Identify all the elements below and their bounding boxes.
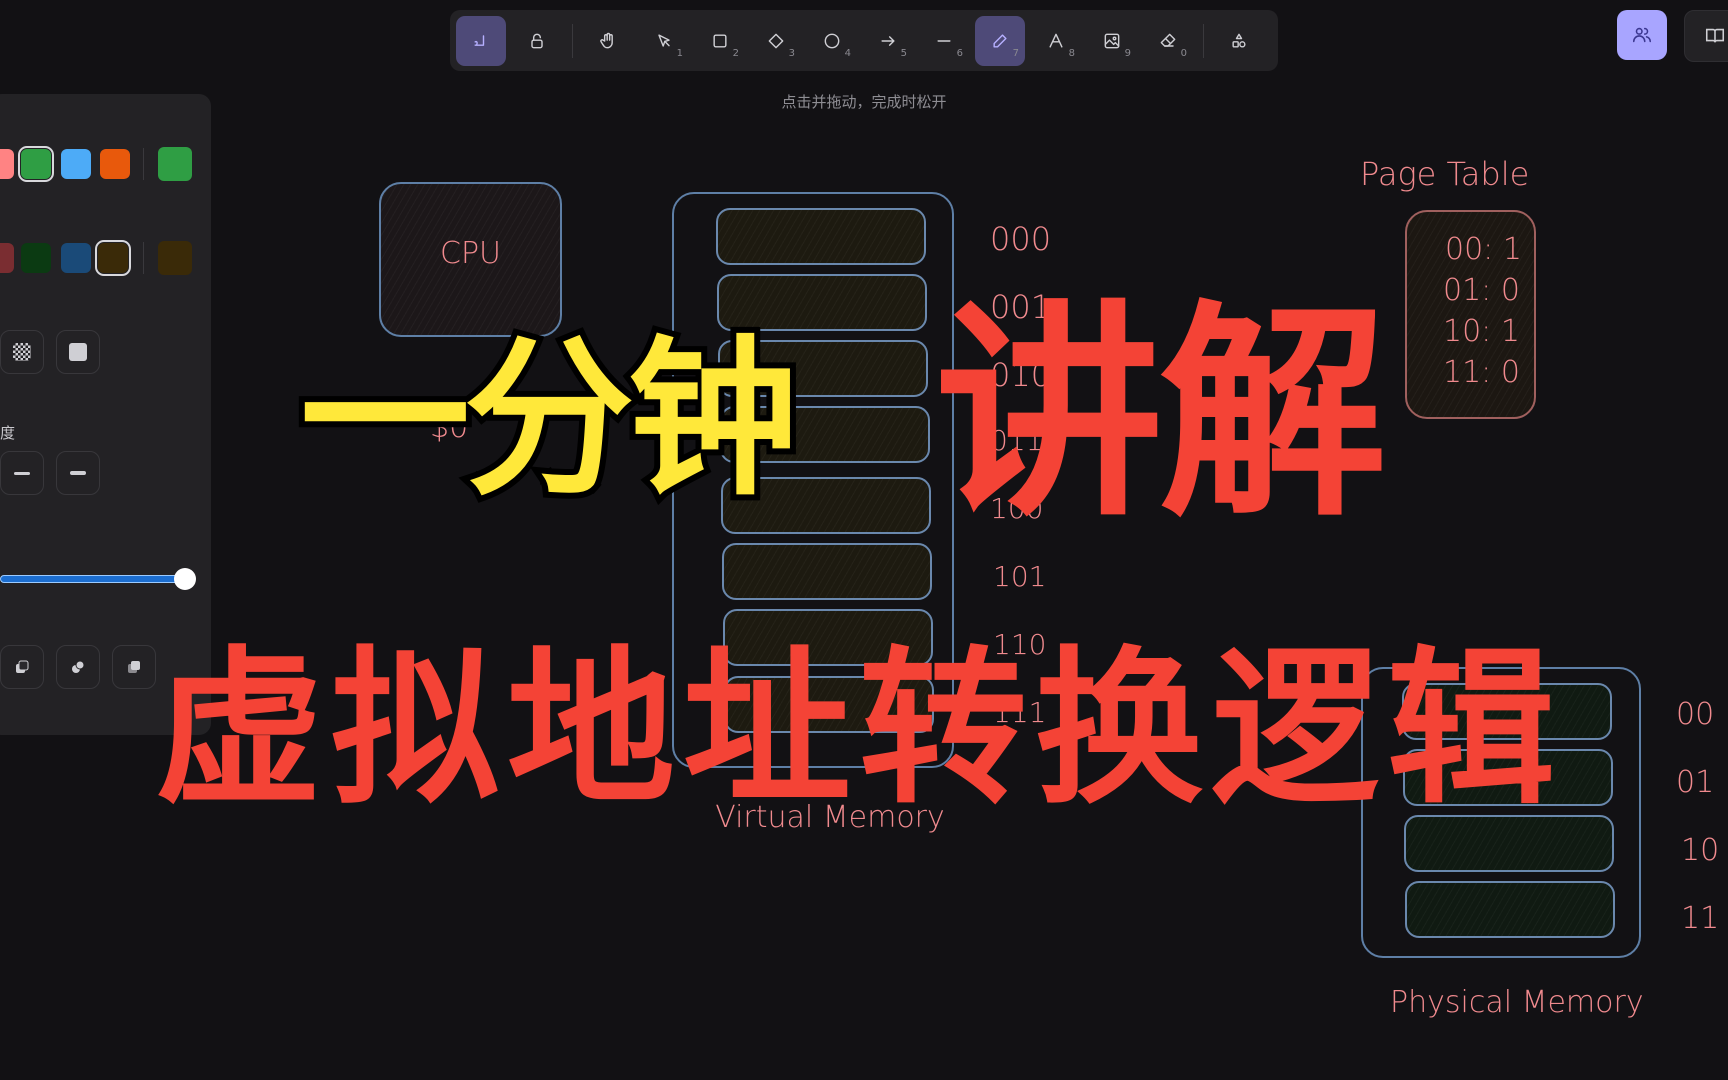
line-icon	[937, 39, 951, 42]
shortcut-key: 7	[1012, 47, 1019, 59]
arrow-tool-button[interactable]: 5	[863, 16, 913, 66]
book-icon	[1705, 28, 1725, 43]
virtual-address-label: 101	[993, 560, 1047, 593]
stroke-color-swatch-selected[interactable]	[18, 146, 54, 182]
shortcut-key: 3	[788, 47, 795, 59]
eraser-tool-button[interactable]: 0	[1143, 16, 1193, 66]
shortcut-key: 2	[732, 47, 739, 59]
swatch-divider	[143, 148, 144, 180]
draw-tool-button[interactable]: 7	[975, 15, 1025, 66]
virtual-address-label: 000	[990, 220, 1052, 258]
pointer-icon	[658, 33, 670, 47]
line-thicker-icon	[70, 471, 86, 475]
virtual-memory-cell[interactable]	[722, 543, 932, 600]
page-table-entry: 00: 1	[1445, 232, 1522, 267]
fill-color-swatch[interactable]	[61, 243, 91, 273]
fill-color-swatch[interactable]	[0, 243, 14, 273]
current-stroke-color[interactable]	[158, 147, 192, 181]
line-thick-icon	[14, 471, 30, 475]
fill-color-swatch-selected[interactable]	[95, 240, 131, 276]
title-red: 讲解	[935, 281, 1387, 547]
stroke-color-swatch[interactable]	[100, 149, 130, 179]
physical-memory-cell[interactable]	[1405, 881, 1615, 938]
shortcut-key: 4	[844, 47, 851, 59]
shortcut-key: 9	[1124, 47, 1131, 59]
crosshatch-icon	[13, 343, 31, 361]
hand-icon	[600, 32, 613, 48]
page-table-entry: 01: 0	[1443, 273, 1520, 308]
page-table-entry: 10: 1	[1443, 314, 1520, 349]
hand-tool-button[interactable]	[583, 16, 633, 66]
circle-icon	[824, 33, 840, 48]
stroke-color-swatch[interactable]	[0, 149, 14, 179]
pencil-icon	[993, 33, 1007, 48]
send-backward-icon	[16, 660, 29, 673]
shortcut-key: 8	[1068, 47, 1075, 59]
arrow-right-icon	[881, 35, 895, 46]
diamond-tool-button[interactable]: 3	[751, 16, 801, 66]
virtual-memory-cell[interactable]	[716, 208, 926, 265]
fill-color-swatch[interactable]	[21, 243, 51, 273]
tool-hint: 点击并拖动，完成时松开	[781, 93, 947, 111]
physical-address-label: 10	[1681, 833, 1720, 868]
stroke-width-label: 度	[0, 424, 16, 442]
send-to-back-button[interactable]	[0, 645, 44, 689]
toolbar-divider	[1203, 23, 1204, 58]
physical-address-label: 00	[1676, 697, 1715, 732]
stroke-color-swatch[interactable]	[61, 149, 91, 179]
fill-solid-button[interactable]	[56, 330, 100, 374]
eraser-icon	[1160, 33, 1176, 47]
bring-forward-icon	[128, 661, 140, 673]
opacity-slider-thumb[interactable]	[174, 568, 196, 590]
keep-tool-active-button[interactable]	[456, 15, 506, 66]
unlock-icon	[531, 33, 543, 48]
ellipse-tool-button[interactable]: 4	[807, 16, 857, 66]
collaborate-button[interactable]	[1617, 10, 1667, 60]
diamond-icon	[768, 33, 784, 48]
opacity-slider-track[interactable]	[0, 575, 186, 583]
text-tool-button[interactable]: 8	[1031, 16, 1081, 66]
swatch-divider	[143, 242, 144, 274]
shortcut-key: 0	[1180, 47, 1187, 59]
text-icon	[1049, 33, 1063, 48]
physical-address-label: 01	[1676, 765, 1715, 800]
page-table-title: Page Table	[1360, 155, 1530, 193]
title-yellow: 一分钟	[294, 321, 804, 519]
image-icon	[1104, 33, 1120, 48]
subtitle-red: 虚拟地址转换逻辑	[155, 631, 1563, 827]
pencil-lock-icon	[474, 34, 485, 46]
selection-tool-button[interactable]: 1	[639, 16, 689, 66]
layer-overlap-icon	[72, 660, 85, 673]
image-tool-button[interactable]: 9	[1087, 16, 1137, 66]
shortcut-key: 6	[956, 47, 963, 59]
cpu-label: CPU	[440, 236, 501, 271]
library-button[interactable]	[1684, 10, 1728, 62]
shortcut-key: 5	[900, 47, 907, 59]
stroke-width-bold-button[interactable]	[0, 451, 44, 495]
rectangle-tool-button[interactable]: 2	[695, 16, 745, 66]
physical-memory-label: Physical Memory	[1390, 985, 1644, 1020]
main-toolbar: 1 2 3 4 5 6 7 8 9 0	[450, 10, 1278, 71]
shapes-icon	[1232, 33, 1246, 48]
stroke-width-extra-bold-button[interactable]	[56, 451, 100, 495]
shortcut-key: 1	[676, 47, 683, 59]
current-fill-color[interactable]	[158, 241, 192, 275]
fill-crosshatch-button[interactable]	[0, 330, 44, 374]
square-icon	[713, 33, 727, 48]
line-tool-button[interactable]: 6	[919, 16, 969, 66]
more-shapes-button[interactable]	[1214, 16, 1264, 66]
bring-forward-button[interactable]	[112, 645, 156, 689]
users-icon	[1632, 27, 1652, 43]
send-backward-button[interactable]	[56, 645, 100, 689]
lock-button[interactable]	[512, 16, 562, 66]
solid-fill-icon	[69, 343, 87, 361]
toolbar-divider	[572, 23, 573, 58]
physical-address-label: 11	[1681, 901, 1720, 936]
page-table-entry: 11: 0	[1443, 355, 1520, 390]
